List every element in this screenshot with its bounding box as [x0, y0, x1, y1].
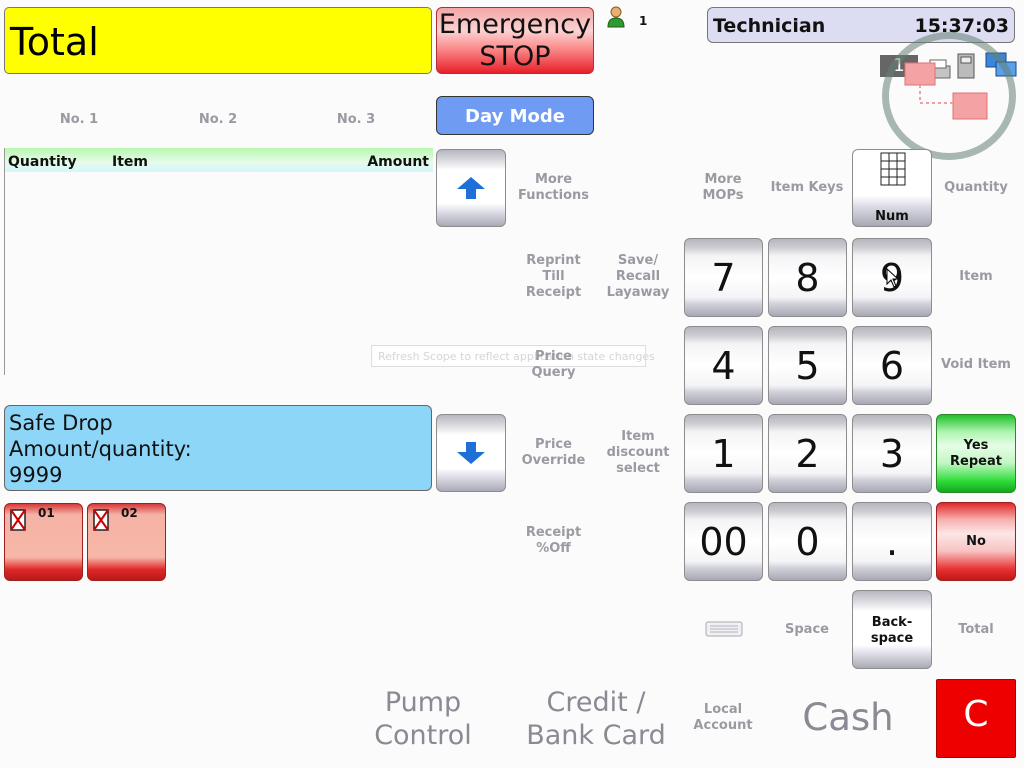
scroll-down-button[interactable] [436, 414, 506, 492]
column-item: Item [112, 154, 148, 170]
total-display: Total [4, 7, 432, 74]
key-3[interactable]: 3 [852, 414, 932, 493]
pump-control-button[interactable]: Pump Control [356, 686, 490, 752]
pump-button-02[interactable]: 02 [87, 503, 166, 581]
message-line-1: Safe Drop [9, 411, 113, 435]
scroll-up-button[interactable] [436, 149, 506, 227]
item-discount-select-button[interactable]: Item discount select [597, 425, 679, 481]
emergency-stop-button[interactable]: Emergency STOP [436, 7, 594, 74]
void-item-button[interactable]: Void Item [937, 337, 1015, 393]
pump-number: 01 [38, 506, 55, 520]
space-button[interactable]: Space [767, 602, 847, 658]
key-decimal[interactable]: . [852, 502, 932, 581]
num-label: Num [875, 209, 909, 224]
num-key[interactable]: Num [852, 149, 932, 227]
key-5[interactable]: 5 [768, 326, 847, 405]
arrow-down-icon [457, 442, 485, 464]
till-tab-2[interactable]: No. 2 [181, 110, 255, 130]
key-7[interactable]: 7 [684, 238, 763, 317]
column-amount: Amount [367, 154, 429, 170]
keyboard-icon[interactable] [705, 620, 743, 638]
receipt-percent-off-button[interactable]: Receipt %Off [512, 513, 595, 569]
key-1[interactable]: 1 [684, 414, 763, 493]
reprint-receipt-button[interactable]: Reprint Till Receipt [512, 249, 595, 305]
tooltip: Refresh Scope to reflect application sta… [371, 345, 655, 367]
message-line-3: 9999 [9, 463, 63, 487]
total-label: Total [10, 20, 99, 64]
pump-number: 02 [121, 506, 138, 520]
item-button[interactable]: Item [937, 249, 1015, 305]
total-button[interactable]: Total [937, 602, 1015, 658]
yes-repeat-label: Yes Repeat [950, 438, 1002, 469]
fuel-pump-icon [10, 509, 26, 531]
key-4[interactable]: 4 [684, 326, 763, 405]
key-0[interactable]: 0 [768, 502, 847, 581]
transaction-list-header: Quantity Item Amount [5, 148, 433, 172]
price-query-button[interactable]: Price Query [512, 337, 595, 393]
quantity-button[interactable]: Quantity [937, 160, 1015, 216]
emergency-stop-label: Emergency STOP [438, 9, 592, 72]
cash-button[interactable]: Cash [774, 696, 922, 742]
till-tab-1[interactable]: No. 1 [42, 110, 116, 130]
cursor-icon [886, 268, 900, 288]
no-label: No [966, 534, 986, 549]
yes-repeat-button[interactable]: Yes Repeat [936, 414, 1016, 493]
credit-bank-card-button[interactable]: Credit / Bank Card [514, 686, 678, 752]
pump-button-01[interactable]: 01 [4, 503, 83, 581]
user-role: Technician [713, 15, 826, 37]
user-icon [606, 6, 626, 28]
clear-button[interactable]: C [936, 679, 1016, 758]
backspace-button[interactable]: Back- space [852, 590, 932, 669]
numpad-icon [880, 152, 906, 186]
more-functions-button[interactable]: More Functions [512, 160, 595, 216]
user-count: 1 [639, 14, 648, 28]
no-button[interactable]: No [936, 502, 1016, 581]
column-quantity: Quantity [8, 154, 77, 170]
backspace-label: Back- space [870, 615, 914, 646]
message-line-2: Amount/quantity: [9, 437, 192, 461]
fuel-pump-icon [93, 509, 109, 531]
key-2[interactable]: 2 [768, 414, 847, 493]
key-00[interactable]: 00 [684, 502, 763, 581]
remote-connection-icon [882, 32, 1016, 160]
key-8[interactable]: 8 [768, 238, 847, 317]
till-tab-3[interactable]: No. 3 [319, 110, 393, 130]
day-mode-label: Day Mode [465, 106, 565, 127]
local-account-button[interactable]: Local Account [684, 690, 762, 746]
transaction-list[interactable]: Quantity Item Amount [4, 148, 433, 375]
price-override-button[interactable]: Price Override [512, 425, 595, 481]
item-keys-button[interactable]: Item Keys [767, 160, 847, 216]
clear-label: C [963, 694, 989, 735]
message-panel: Safe Drop Amount/quantity: 9999 [4, 405, 432, 491]
save-recall-layaway-button[interactable]: Save/ Recall Layaway [597, 249, 679, 305]
key-6[interactable]: 6 [852, 326, 932, 405]
more-mops-button[interactable]: More MOPs [684, 160, 762, 216]
day-mode-button[interactable]: Day Mode [436, 96, 594, 135]
arrow-up-icon [457, 177, 485, 199]
